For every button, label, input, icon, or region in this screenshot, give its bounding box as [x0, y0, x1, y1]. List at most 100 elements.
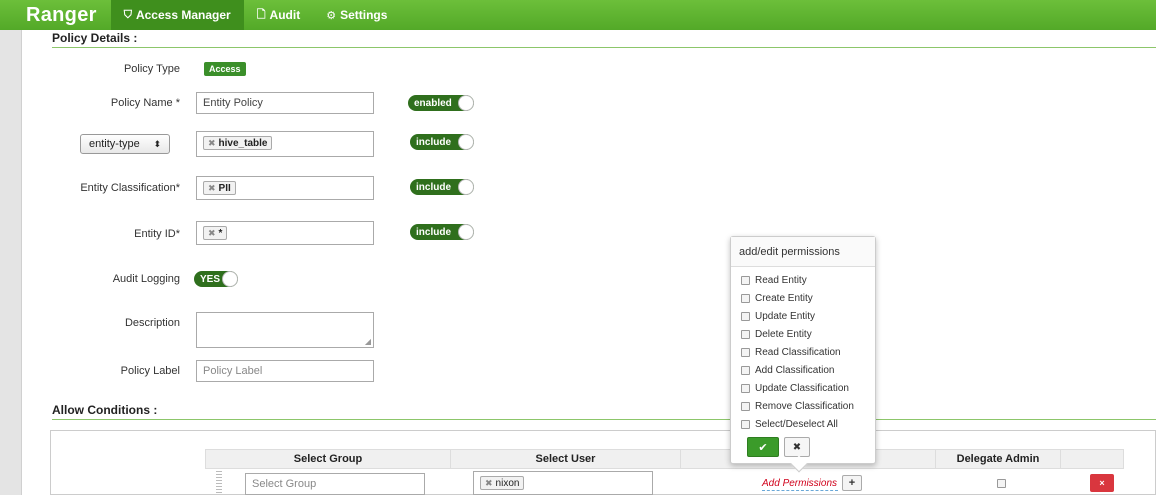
- add-permissions-link[interactable]: Add Permissions: [762, 478, 837, 489]
- perm-option-create-entity[interactable]: Create Entity: [731, 289, 875, 307]
- section-divider: [52, 419, 1156, 420]
- toggle-label: include: [416, 226, 452, 238]
- toggle-knob: [458, 95, 474, 111]
- nav-audit[interactable]: 🗋 Audit: [244, 0, 314, 30]
- nav-label: Audit: [269, 8, 301, 22]
- checkbox[interactable]: [741, 383, 750, 393]
- top-navbar: Ranger ⛉ Access Manager 🗋 Audit ⚙ Settin…: [0, 0, 1156, 30]
- add-permissions-button[interactable]: +: [842, 475, 862, 491]
- audit-logging-toggle[interactable]: YES: [194, 271, 238, 287]
- classification-include-toggle[interactable]: include: [410, 179, 474, 195]
- checkbox[interactable]: [741, 347, 750, 357]
- perm-option-read-entity[interactable]: Read Entity: [731, 271, 875, 289]
- description-textarea[interactable]: ◢: [196, 312, 374, 348]
- document-icon: 🗋: [256, 8, 266, 21]
- policy-name-label: Policy Name *: [110, 97, 180, 109]
- checkbox[interactable]: [741, 311, 750, 321]
- entity-id-input[interactable]: ✖ *: [196, 221, 374, 245]
- delete-row-button[interactable]: ×: [1090, 474, 1114, 492]
- nav-access-manager[interactable]: ⛉ Access Manager: [110, 0, 244, 30]
- policy-label-label: Policy Label: [120, 365, 180, 377]
- toggle-knob: [222, 271, 238, 287]
- col-select-group: Select Group: [205, 449, 450, 469]
- audit-logging-label: Audit Logging: [112, 273, 180, 285]
- remove-tag-icon[interactable]: ✖: [208, 183, 216, 194]
- select-group-input[interactable]: Select Group: [245, 473, 425, 495]
- resource-include-toggle[interactable]: include: [410, 134, 474, 150]
- popover-buttons: ✔ ✖: [747, 437, 810, 457]
- perm-option-read-classification[interactable]: Read Classification: [731, 343, 875, 361]
- resource-type-select[interactable]: entity-type ⬍: [80, 134, 170, 154]
- policy-type-badge: Access: [204, 62, 246, 76]
- perm-option-remove-classification[interactable]: Remove Classification: [731, 397, 875, 415]
- checkbox[interactable]: [741, 365, 750, 375]
- confirm-button[interactable]: ✔: [747, 437, 779, 457]
- cancel-button[interactable]: ✖: [784, 437, 810, 457]
- option-label: Read Classification: [755, 346, 841, 358]
- popover-title: add/edit permissions: [731, 237, 875, 267]
- checkbox[interactable]: [741, 401, 750, 411]
- delegate-admin-checkbox[interactable]: [997, 479, 1006, 488]
- option-label: Create Entity: [755, 292, 813, 304]
- toggle-knob: [458, 134, 474, 150]
- policy-enabled-toggle[interactable]: enabled: [408, 95, 474, 111]
- entity-id-include-toggle[interactable]: include: [410, 224, 474, 240]
- toggle-label: YES: [200, 273, 221, 285]
- resource-tag[interactable]: ✖ hive_table: [203, 136, 273, 150]
- classification-label: Entity Classification*: [80, 182, 180, 194]
- tag-label: PII: [218, 182, 231, 194]
- resource-value-input[interactable]: ✖ hive_table: [196, 131, 374, 157]
- option-label: Delete Entity: [755, 328, 812, 340]
- option-label: Update Entity: [755, 310, 816, 322]
- toggle-knob: [458, 224, 474, 240]
- tag-label: nixon: [495, 477, 520, 489]
- tag-label: *: [218, 227, 223, 239]
- policy-type-label: Policy Type: [123, 63, 180, 75]
- nav-label: Access Manager: [135, 8, 231, 22]
- allow-conditions-title: Allow Conditions :: [52, 403, 158, 417]
- row-drag-handle[interactable]: [216, 471, 222, 493]
- perm-option-add-classification[interactable]: Add Classification: [731, 361, 875, 379]
- policy-label-input[interactable]: Policy Label: [196, 360, 374, 382]
- permissions-popover: add/edit permissions Read Entity Create …: [730, 236, 876, 473]
- entity-id-tag[interactable]: ✖ *: [203, 226, 228, 240]
- shield-icon: ⛉: [123, 8, 132, 21]
- user-tag[interactable]: ✖ nixon: [480, 476, 525, 490]
- resize-grip-icon[interactable]: ◢: [365, 337, 371, 346]
- policy-details-title: Policy Details :: [52, 31, 138, 45]
- toggle-label: include: [416, 181, 452, 193]
- classification-tag[interactable]: ✖ PII: [203, 181, 236, 195]
- left-gutter: [0, 30, 22, 495]
- col-actions: [1060, 449, 1124, 469]
- option-label: Add Classification: [755, 364, 835, 376]
- add-permissions-underline: [762, 490, 838, 491]
- chevron-updown-icon: ⬍: [153, 138, 161, 149]
- option-label: Read Entity: [755, 274, 807, 286]
- toggle-label: include: [416, 136, 452, 148]
- select-value: entity-type: [89, 138, 140, 150]
- perm-option-update-entity[interactable]: Update Entity: [731, 307, 875, 325]
- checkbox[interactable]: [741, 419, 750, 429]
- description-label: Description: [124, 317, 180, 329]
- option-label: Update Classification: [755, 382, 849, 394]
- remove-tag-icon[interactable]: ✖: [208, 228, 216, 239]
- option-label: Remove Classification: [755, 400, 854, 412]
- section-divider: [52, 47, 1156, 48]
- brand-logo[interactable]: Ranger: [26, 4, 97, 27]
- perm-option-delete-entity[interactable]: Delete Entity: [731, 325, 875, 343]
- remove-tag-icon[interactable]: ✖: [485, 478, 493, 489]
- toggle-knob: [458, 179, 474, 195]
- policy-name-input[interactable]: Entity Policy: [196, 92, 374, 114]
- checkbox[interactable]: [741, 275, 750, 285]
- perm-option-update-classification[interactable]: Update Classification: [731, 379, 875, 397]
- checkbox[interactable]: [741, 293, 750, 303]
- perm-option-select-all[interactable]: Select/Deselect All: [731, 415, 875, 433]
- classification-input[interactable]: ✖ PII: [196, 176, 374, 200]
- option-label: Select/Deselect All: [755, 418, 838, 430]
- nav-settings[interactable]: ⚙ Settings: [313, 0, 400, 30]
- gear-icon: ⚙: [326, 9, 337, 22]
- col-delegate-admin: Delegate Admin: [935, 449, 1060, 469]
- checkbox[interactable]: [741, 329, 750, 339]
- remove-tag-icon[interactable]: ✖: [208, 138, 216, 149]
- select-user-input[interactable]: ✖ nixon: [473, 471, 653, 495]
